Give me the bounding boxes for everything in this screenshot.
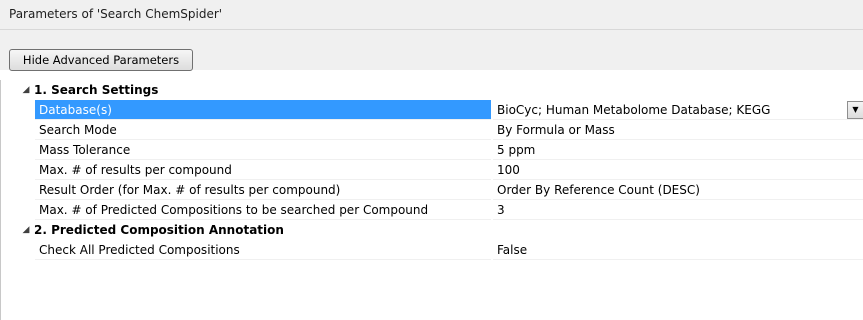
hide-advanced-parameters-button[interactable]: Hide Advanced Parameters xyxy=(9,49,193,71)
property-grid: ◢ 1. Search Settings Database(s) BioCyc;… xyxy=(0,80,863,320)
property-name[interactable]: Result Order (for Max. # of results per … xyxy=(35,180,491,200)
property-name[interactable]: Mass Tolerance xyxy=(35,140,491,160)
property-row-max-results[interactable]: Max. # of results per compound 100 xyxy=(1,160,863,180)
property-row-result-order[interactable]: Result Order (for Max. # of results per … xyxy=(1,180,863,200)
property-name[interactable]: Database(s) xyxy=(35,100,491,120)
collapse-triangle-icon[interactable]: ◢ xyxy=(19,220,33,240)
property-name[interactable]: Max. # of results per compound xyxy=(35,160,491,180)
property-row-search-mode[interactable]: Search Mode By Formula or Mass xyxy=(1,120,863,140)
collapse-triangle-icon[interactable]: ◢ xyxy=(19,80,33,100)
category-predicted-composition-annotation[interactable]: ◢ 2. Predicted Composition Annotation xyxy=(1,220,863,240)
category-search-settings[interactable]: ◢ 1. Search Settings xyxy=(1,80,863,100)
property-value[interactable]: 3 xyxy=(493,200,863,220)
property-value[interactable]: 100 xyxy=(493,160,863,180)
category-label: 1. Search Settings xyxy=(34,83,159,97)
property-value[interactable]: By Formula or Mass xyxy=(493,120,863,140)
property-value[interactable]: Order By Reference Count (DESC) xyxy=(493,180,863,200)
property-value[interactable]: 5 ppm xyxy=(493,140,863,160)
property-name[interactable]: Max. # of Predicted Compositions to be s… xyxy=(35,200,491,220)
category-label: 2. Predicted Composition Annotation xyxy=(34,223,284,237)
property-value[interactable]: BioCyc; Human Metabolome Database; KEGG xyxy=(493,100,863,120)
property-row-max-predicted-compositions[interactable]: Max. # of Predicted Compositions to be s… xyxy=(1,200,863,220)
dropdown-arrow-icon[interactable]: ▼ xyxy=(847,101,863,119)
property-name[interactable]: Search Mode xyxy=(35,120,491,140)
property-name[interactable]: Check All Predicted Compositions xyxy=(35,240,491,260)
window-title: Parameters of 'Search ChemSpider' xyxy=(0,0,863,30)
property-row-mass-tolerance[interactable]: Mass Tolerance 5 ppm xyxy=(1,140,863,160)
property-row-databases[interactable]: Database(s) BioCyc; Human Metabolome Dat… xyxy=(1,100,863,120)
property-row-check-all-predicted[interactable]: Check All Predicted Compositions False xyxy=(1,240,863,260)
property-value[interactable]: False xyxy=(493,240,863,260)
